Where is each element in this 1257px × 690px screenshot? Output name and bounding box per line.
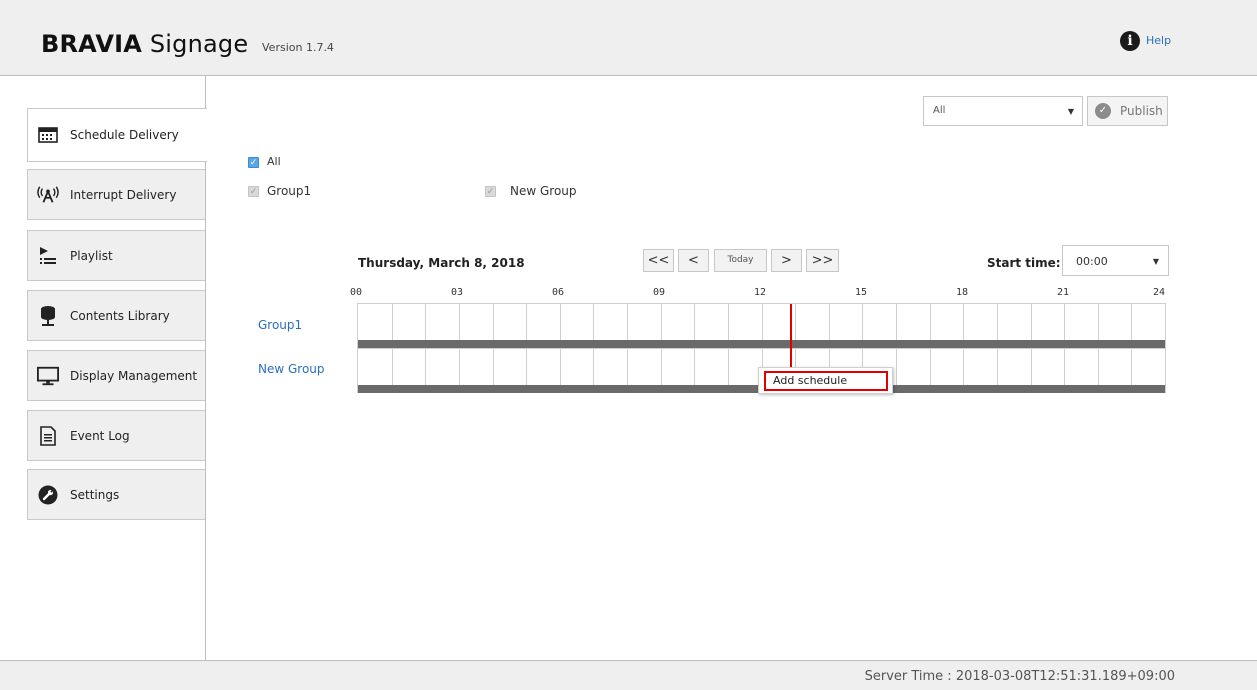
group1-checkbox-label: Group1: [267, 184, 312, 198]
publish-button[interactable]: ✓ Publish: [1087, 96, 1168, 126]
context-menu: Add schedule: [758, 367, 893, 394]
nav-settings[interactable]: Settings: [27, 469, 205, 520]
start-time-value: 00:00: [1076, 255, 1108, 268]
hour-label: 09: [653, 287, 666, 298]
timeline-row-group1[interactable]: [357, 303, 1166, 348]
new-group-checkbox[interactable]: ✓: [485, 186, 496, 197]
schedule-date: Thursday, March 8, 2018: [358, 256, 525, 270]
contents-library-icon: [37, 305, 59, 327]
server-time: Server Time : 2018-03-08T12:51:31.189+09…: [864, 669, 1175, 684]
app-footer: Server Time : 2018-03-08T12:51:31.189+09…: [0, 660, 1257, 690]
today-button[interactable]: Today: [714, 249, 767, 272]
nav-playlist[interactable]: Playlist: [27, 230, 205, 281]
document-icon: [37, 425, 59, 447]
nav-interrupt-delivery[interactable]: Interrupt Delivery: [27, 169, 205, 220]
hour-label: 06: [552, 287, 565, 298]
hour-label: 24: [1153, 287, 1166, 298]
help-link[interactable]: Help: [1146, 34, 1171, 47]
nav-label: Event Log: [70, 428, 130, 443]
sidebar-divider: [205, 76, 206, 660]
group-filter-select[interactable]: All ▼: [923, 96, 1083, 126]
last-page-button[interactable]: >>: [806, 249, 839, 272]
hour-label: 21: [1057, 287, 1070, 298]
hour-label: 12: [754, 287, 767, 298]
brand-bold: BRAVIA: [41, 30, 142, 58]
brand-logo: BRAVIA Signage: [41, 30, 248, 58]
version-label: Version 1.7.4: [262, 41, 334, 54]
timeline-band: [358, 340, 1165, 348]
nav-display-management[interactable]: Display Management: [27, 350, 205, 401]
chevron-down-icon: ▼: [1152, 257, 1159, 266]
info-icon[interactable]: i: [1120, 31, 1140, 51]
prev-day-button[interactable]: <: [678, 249, 709, 272]
current-time-marker: [790, 304, 792, 367]
nav-label: Playlist: [70, 248, 113, 263]
playlist-icon: [37, 245, 59, 267]
chevron-down-icon: ▼: [1067, 107, 1074, 116]
broadcast-icon: [37, 184, 59, 206]
next-day-button[interactable]: >: [771, 249, 802, 272]
hour-label: 03: [451, 287, 464, 298]
hour-label: 18: [956, 287, 969, 298]
row-label-group1[interactable]: Group1: [258, 318, 302, 332]
row-label-new-group[interactable]: New Group: [258, 362, 325, 376]
nav-label: Schedule Delivery: [70, 128, 179, 142]
wrench-icon: [37, 484, 59, 506]
hour-label: 15: [855, 287, 868, 298]
nav-label: Settings: [70, 487, 120, 502]
start-time-label: Start time:: [987, 256, 1061, 270]
start-time-select[interactable]: 00:00 ▼: [1062, 245, 1169, 276]
check-circle-icon: ✓: [1095, 103, 1111, 119]
publish-label: Publish: [1120, 104, 1163, 118]
group-filter-value: All: [933, 105, 946, 116]
new-group-checkbox-label: New Group: [510, 184, 577, 198]
nav-event-log[interactable]: Event Log: [27, 410, 205, 461]
add-schedule-menu-item[interactable]: Add schedule: [764, 371, 888, 391]
nav-schedule-delivery[interactable]: Schedule Delivery: [27, 108, 207, 162]
all-checkbox-label: All: [267, 155, 281, 168]
nav-contents-library[interactable]: Contents Library: [27, 290, 205, 341]
brand-light: Signage: [142, 30, 249, 58]
calendar-icon: [37, 124, 59, 146]
group1-checkbox[interactable]: ✓: [248, 186, 259, 197]
hour-label: 00: [350, 287, 363, 298]
monitor-icon: [37, 365, 59, 387]
nav-label: Contents Library: [70, 308, 170, 323]
first-page-button[interactable]: <<: [643, 249, 674, 272]
nav-label: Interrupt Delivery: [70, 187, 177, 202]
nav-label: Display Management: [70, 368, 198, 383]
app-header: BRAVIA Signage Version 1.7.4 i Help: [0, 0, 1257, 76]
all-checkbox[interactable]: ✓: [248, 157, 259, 168]
